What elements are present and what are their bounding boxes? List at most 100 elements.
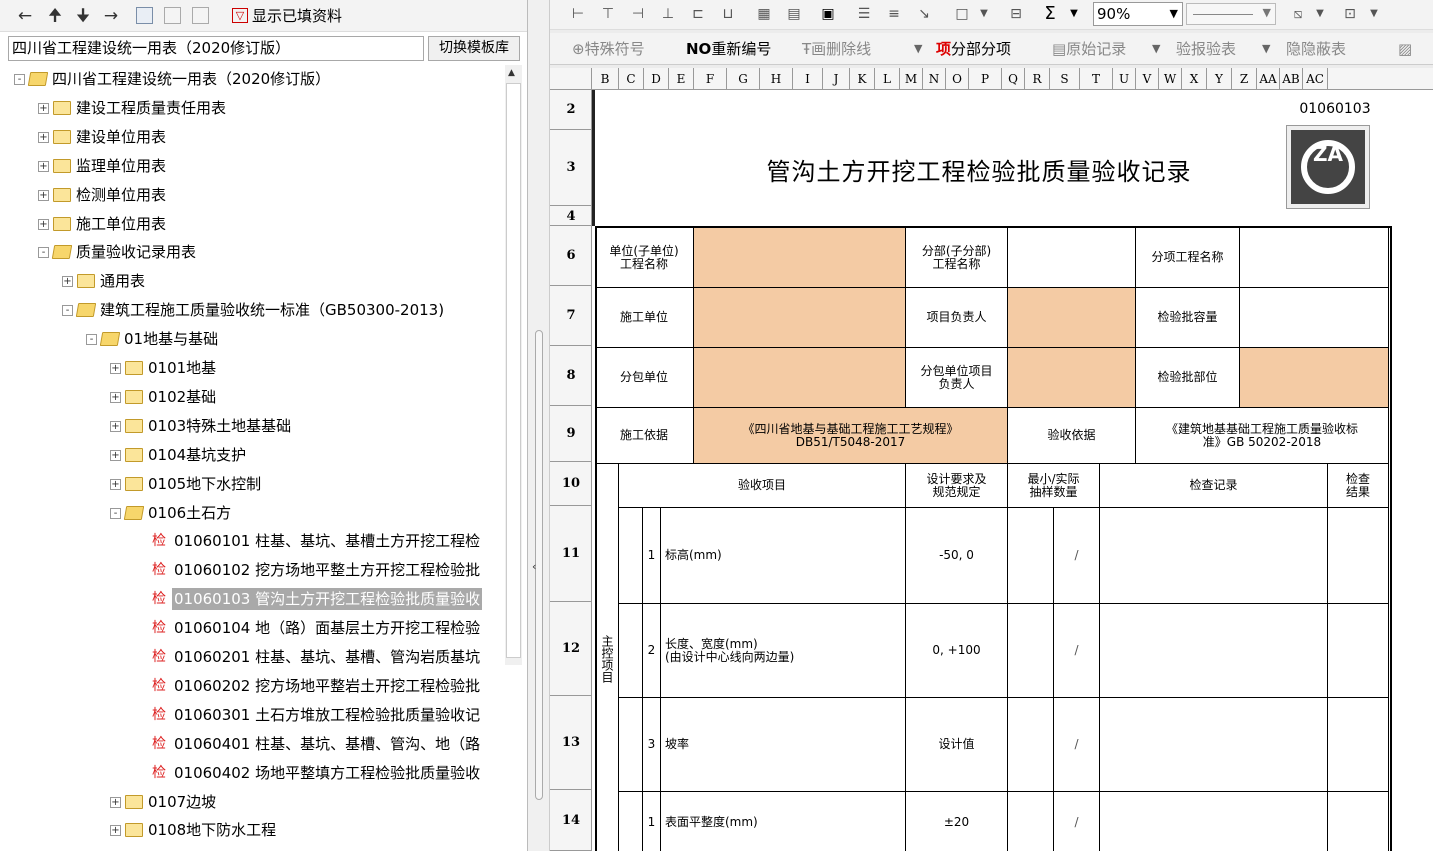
sample-actual-input[interactable]: /: [1054, 698, 1100, 792]
border-icon[interactable]: □: [952, 4, 972, 24]
tree-item[interactable]: +0101地基: [0, 354, 505, 382]
tree-item[interactable]: 检 01060402 场地平整填方工程检验批质量验收: [0, 759, 505, 787]
sum-dropdown-icon[interactable]: ▼: [1064, 4, 1084, 24]
tree-item[interactable]: 检 01060202 挖方场地平整岩土开挖工程检验批: [0, 672, 505, 700]
column-header[interactable]: J: [823, 68, 850, 90]
tree-item[interactable]: +0107边坡: [0, 788, 505, 816]
tree-item[interactable]: - 0106土石方: [0, 499, 505, 527]
expand-node-icon[interactable]: +: [110, 449, 121, 461]
check-result-input[interactable]: [1328, 508, 1389, 604]
expand-node-icon[interactable]: +: [62, 276, 73, 288]
row-header[interactable]: 12: [550, 602, 592, 696]
tree-item[interactable]: 检 01060201 柱基、基坑、基槽、管沟岩质基坑: [0, 643, 505, 671]
expand-node-icon[interactable]: +: [110, 796, 121, 808]
sample-actual-input[interactable]: /: [1054, 792, 1100, 851]
sum-icon[interactable]: Σ: [1040, 4, 1060, 24]
down-arrow-icon[interactable]: 🠋: [72, 5, 94, 27]
project-manager-input[interactable]: [1008, 288, 1136, 348]
row-header[interactable]: 8: [550, 346, 592, 406]
check-record-input[interactable]: [1100, 792, 1328, 851]
expand-node-icon[interactable]: +: [110, 391, 121, 403]
tree-item[interactable]: +0104基坑支护: [0, 441, 505, 469]
collapse-node-icon[interactable]: -: [38, 247, 49, 259]
special-symbol-button[interactable]: ⊕特殊符号: [572, 37, 645, 61]
expand-node-icon[interactable]: +: [110, 825, 121, 837]
strikethrough-button[interactable]: Ŧ画删除线: [802, 37, 871, 61]
row-header[interactable]: 3: [550, 130, 592, 206]
tree-item[interactable]: +0103特殊土地基基础: [0, 412, 505, 440]
sample-min-input[interactable]: [1008, 792, 1054, 851]
scroll-up-icon[interactable]: ▲: [508, 68, 515, 78]
hidden-check-button[interactable]: 隐隐蔽表: [1286, 37, 1346, 61]
check-record-input[interactable]: [1100, 508, 1328, 604]
column-header[interactable]: X: [1182, 68, 1207, 90]
column-header[interactable]: F: [694, 68, 727, 90]
report-dropdown-icon[interactable]: ▼: [1262, 37, 1270, 61]
acceptance-basis-value[interactable]: 《建筑地基基础工程施工质量验收标 准》GB 50202-2018: [1136, 408, 1389, 464]
diagonal-dropdown-icon[interactable]: ▼: [1310, 4, 1330, 24]
tree-item[interactable]: +0102基础: [0, 383, 505, 411]
expand-node-icon[interactable]: +: [38, 218, 49, 230]
tree-item[interactable]: + 施工单位用表: [0, 210, 505, 238]
subitem-name-input[interactable]: [1240, 228, 1389, 288]
line-style-select[interactable]: ▼: [1186, 3, 1276, 25]
column-header[interactable]: Q: [1002, 68, 1025, 90]
column-header[interactable]: AB: [1280, 68, 1303, 90]
record-dropdown-icon[interactable]: ▼: [1152, 37, 1160, 61]
column-header[interactable]: S: [1050, 68, 1080, 90]
copy-icon[interactable]: [164, 7, 181, 24]
select-all-corner[interactable]: [550, 68, 592, 90]
tree-item[interactable]: + 通用表: [0, 267, 505, 295]
column-header[interactable]: P: [969, 68, 1002, 90]
indent-icon[interactable]: ☰: [854, 4, 874, 24]
row-header[interactable]: 4: [550, 206, 592, 226]
tree-item[interactable]: - 建筑工程施工质量验收统一标准（GB50300-2013): [0, 296, 505, 324]
align-top-icon[interactable]: ⊥: [658, 4, 678, 24]
sub-manager-input[interactable]: [1008, 348, 1136, 408]
column-header[interactable]: M: [900, 68, 923, 90]
column-header[interactable]: V: [1136, 68, 1159, 90]
expand-node-icon[interactable]: +: [38, 131, 49, 143]
switch-template-button[interactable]: 切换模板库: [428, 36, 520, 61]
row-header[interactable]: 14: [550, 790, 592, 851]
sample-min-input[interactable]: [1008, 698, 1054, 792]
row-header[interactable]: 10: [550, 462, 592, 506]
more-icon[interactable]: ▨: [1398, 37, 1412, 61]
tree-item[interactable]: 检 01060101 柱基、基坑、基槽土方开挖工程检: [0, 527, 505, 555]
sample-actual-input[interactable]: /: [1054, 508, 1100, 604]
column-header[interactable]: Z: [1232, 68, 1257, 90]
forward-arrow-icon[interactable]: →: [100, 5, 122, 27]
collapse-node-icon[interactable]: -: [110, 507, 121, 519]
unit-name-input[interactable]: [694, 228, 906, 288]
column-header[interactable]: I: [793, 68, 823, 90]
rotate-text-icon[interactable]: ↘: [914, 4, 934, 24]
tree-item[interactable]: 检 01060401 柱基、基坑、基槽、管沟、地（路: [0, 730, 505, 758]
check-record-input[interactable]: [1100, 604, 1328, 698]
column-header[interactable]: R: [1025, 68, 1050, 90]
sample-actual-input[interactable]: /: [1054, 604, 1100, 698]
batch-capacity-input[interactable]: [1240, 288, 1389, 348]
tree-item[interactable]: + 建设工程质量责任用表: [0, 94, 505, 122]
merge-icon[interactable]: ▦: [754, 4, 774, 24]
check-result-input[interactable]: [1328, 792, 1389, 851]
column-header[interactable]: U: [1113, 68, 1136, 90]
subitem-button[interactable]: 项分部分项: [936, 37, 1011, 61]
expand-node-icon[interactable]: +: [38, 160, 49, 172]
zoom-select[interactable]: 90% ▼: [1093, 2, 1183, 26]
tree-scrollbar[interactable]: ▲: [505, 65, 522, 665]
collapse-node-icon[interactable]: -: [14, 74, 25, 85]
align-bottom-icon[interactable]: ⊔: [718, 4, 738, 24]
row-header[interactable]: 9: [550, 406, 592, 462]
tree-item[interactable]: - 质量验收记录用表: [0, 238, 505, 266]
tree-item[interactable]: + 监理单位用表: [0, 152, 505, 180]
back-arrow-icon[interactable]: ←: [14, 5, 36, 27]
tree-item[interactable]: 检 01060102 挖方场地平整土方开挖工程检验批: [0, 556, 505, 584]
tree-item[interactable]: + 建设单位用表: [0, 123, 505, 151]
outdent-icon[interactable]: ≡: [884, 4, 904, 24]
tree-item[interactable]: + 检测单位用表: [0, 181, 505, 209]
construction-basis-value[interactable]: 《四川省地基与基础工程施工工艺规程》 DB51/T5048-2017: [694, 408, 1008, 464]
row-header[interactable]: 7: [550, 286, 592, 346]
up-arrow-icon[interactable]: 🠉: [44, 5, 66, 27]
tree-item[interactable]: 检 01060301 土石方堆放工程检验批质量验收记: [0, 701, 505, 729]
row-header[interactable]: 13: [550, 696, 592, 790]
